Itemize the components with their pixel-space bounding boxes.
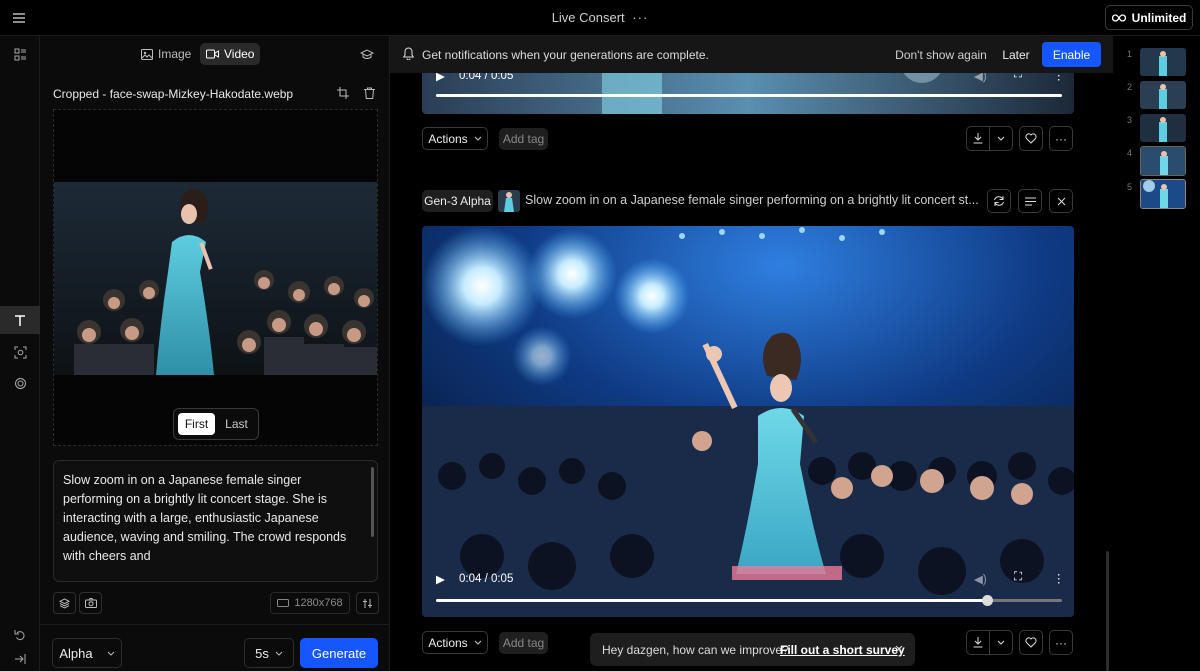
resolution-badge: 1280x768 (270, 592, 350, 614)
thumbnail[interactable] (1140, 81, 1186, 109)
presets-icon[interactable] (53, 592, 76, 614)
thumbnail-selected[interactable] (1140, 179, 1186, 209)
model-badge: Gen-3 Alpha (422, 190, 493, 212)
collapse-icon[interactable] (0, 645, 40, 671)
more-icon[interactable]: ··· (1049, 630, 1073, 655)
thumb-number: 2 (1127, 82, 1133, 92)
face-icon[interactable] (0, 338, 40, 366)
thumb-number: 4 (1127, 148, 1133, 158)
prompt-thumbnail (498, 190, 520, 212)
chevron-down-icon[interactable] (990, 631, 1012, 654)
close-icon[interactable] (1049, 189, 1073, 213)
video-time: 0:04 / 0:05 (459, 573, 514, 585)
notification-bar: Get notifications when your generations … (390, 36, 1113, 73)
download-group (966, 630, 1013, 655)
favorite-heart-icon[interactable] (1019, 126, 1043, 151)
refresh-icon[interactable] (987, 189, 1011, 213)
prompt-preview[interactable]: Slow zoom in on a Japanese female singer… (525, 193, 980, 207)
settings-icon[interactable] (356, 592, 379, 614)
model-select[interactable]: Alpha (52, 638, 122, 668)
concert-video-frame (422, 226, 1074, 617)
survey-toast: Hey dazgen, how can we improve? Fill out… (590, 633, 915, 666)
video-progress[interactable] (436, 595, 1062, 606)
plan-button[interactable]: Unlimited (1105, 5, 1193, 30)
generation-panel: Image Video Cropped - face-swap-Mizkey-H… (40, 36, 390, 671)
tool-rail (0, 36, 40, 671)
download-icon[interactable] (967, 631, 991, 654)
thumbnail[interactable] (1140, 48, 1186, 76)
tab-image[interactable]: Image (135, 43, 197, 65)
more-vertical-icon[interactable]: ⋮ (1053, 571, 1065, 585)
survey-link[interactable]: Fill out a short survey (780, 643, 905, 657)
trash-icon[interactable] (360, 84, 378, 102)
prompt-text: Slow zoom in on a Japanese female singer… (63, 473, 347, 563)
notification-text: Get notifications when your generations … (422, 48, 709, 62)
prompt-textarea[interactable]: Slow zoom in on a Japanese female singer… (53, 460, 378, 582)
toast-text: Hey dazgen, how can we improve? (602, 643, 789, 657)
infinity-icon (1111, 13, 1126, 22)
chevron-down-icon[interactable] (990, 127, 1012, 150)
details-icon[interactable] (1018, 189, 1042, 213)
fullscreen-icon[interactable]: ⛶ (1014, 571, 1022, 584)
tab-video[interactable]: Video (200, 43, 261, 65)
input-image (54, 182, 377, 375)
add-tag-button[interactable]: Add tag (499, 128, 548, 150)
favorite-heart-icon[interactable] (1019, 630, 1043, 655)
more-icon[interactable]: ··· (1049, 126, 1073, 151)
main-scrollbar[interactable] (1106, 551, 1109, 671)
actions-button[interactable]: Actions (422, 631, 488, 654)
assets-icon[interactable] (0, 40, 40, 68)
video-progress[interactable] (436, 94, 1062, 97)
video-icon (206, 49, 219, 59)
download-icon[interactable] (967, 127, 991, 150)
filename: Cropped - face-swap-Mizkey-Hakodate.webp (53, 87, 294, 101)
video-player-2[interactable]: ▶ 0:04 / 0:05 ◀) ⛶ ⋮ (422, 226, 1074, 617)
thumbnail[interactable] (1140, 146, 1186, 176)
frame-toggle: First Last (173, 408, 259, 440)
learn-icon[interactable] (358, 46, 376, 62)
thumb-number: 5 (1127, 182, 1133, 192)
chevron-down-icon (474, 136, 482, 141)
generate-button[interactable]: Generate (300, 638, 378, 668)
actions-button[interactable]: Actions (422, 127, 488, 150)
top-bar: Live Consert ··· Unlimited (0, 0, 1200, 36)
generate-bar: Alpha 5s Generate (40, 624, 390, 671)
project-title[interactable]: Live Consert ··· (0, 10, 1200, 25)
thumb-number: 3 (1127, 115, 1133, 125)
close-icon[interactable] (892, 642, 906, 656)
download-group (966, 126, 1013, 151)
text-tool-icon[interactable] (0, 306, 40, 334)
crop-icon[interactable] (334, 84, 352, 102)
more-icon[interactable]: ··· (632, 10, 648, 25)
chevron-down-icon (275, 651, 283, 656)
chevron-down-icon (474, 640, 482, 645)
aspect-ratio-icon (277, 599, 290, 607)
enable-button[interactable]: Enable (1042, 42, 1101, 67)
thumbnail[interactable] (1140, 114, 1186, 142)
dont-show-again-button[interactable]: Don't show again (895, 42, 987, 67)
later-button[interactable]: Later (997, 42, 1035, 67)
last-frame-button[interactable]: Last (218, 413, 255, 435)
thumb-number: 1 (1127, 49, 1133, 59)
layers-icon[interactable] (0, 369, 40, 397)
add-tag-button[interactable]: Add tag (499, 632, 548, 654)
first-frame-button[interactable]: First (178, 413, 215, 435)
generation-thumbnails: 1 2 3 4 5 (1113, 36, 1200, 671)
chevron-down-icon (107, 651, 114, 656)
duration-select[interactable]: 5s (244, 638, 294, 668)
play-icon[interactable]: ▶ (436, 572, 445, 586)
prompt-scrollbar[interactable] (371, 467, 374, 537)
camera-icon[interactable] (79, 592, 102, 614)
volume-icon[interactable]: ◀) (974, 572, 987, 586)
image-icon (141, 48, 153, 60)
input-image-frame[interactable]: First Last (53, 109, 378, 446)
bell-icon (403, 47, 414, 60)
